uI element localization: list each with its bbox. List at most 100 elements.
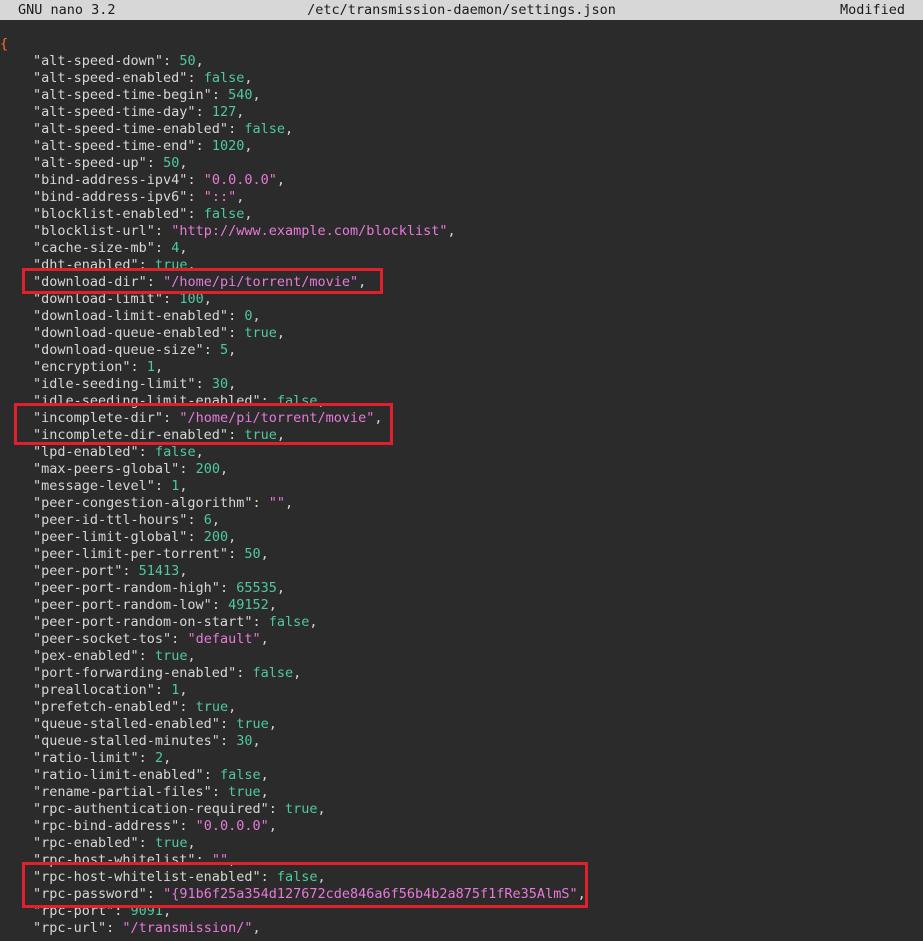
json-line: "rename-partial-files": true, — [0, 784, 923, 801]
json-value: true — [154, 648, 188, 664]
json-line: "port-forwarding-enabled": false, — [0, 665, 923, 682]
json-key: "peer-port" — [33, 563, 123, 579]
colon-separator: : — [179, 699, 196, 715]
json-line: "blocklist-enabled": false, — [0, 206, 923, 223]
json-key: "alt-speed-up" — [33, 155, 147, 171]
comma: , — [276, 580, 285, 596]
json-key: "cache-size-mb" — [33, 240, 155, 256]
json-key: "rpc-url" — [33, 920, 107, 936]
json-value: true — [154, 835, 188, 851]
colon-separator: : — [154, 240, 172, 256]
json-value: 30 — [236, 733, 253, 749]
json-value: 1 — [146, 359, 155, 375]
json-line: "prefetch-enabled": true, — [0, 699, 923, 716]
json-value: "/transmission/" — [122, 920, 253, 936]
json-line: "alt-speed-time-end": 1020, — [0, 138, 923, 155]
colon-separator: : — [114, 903, 131, 919]
json-key: "alt-speed-down" — [33, 53, 164, 69]
comma: , — [244, 70, 253, 86]
colon-separator: : — [195, 376, 212, 392]
json-key: "peer-port-random-low" — [33, 597, 212, 613]
json-key: "download-queue-enabled" — [33, 325, 229, 341]
comma: , — [228, 342, 237, 358]
json-key: "alt-speed-time-day" — [33, 104, 196, 120]
json-value: 2 — [154, 750, 164, 766]
modified-status: Modified — [839, 2, 905, 18]
json-value: true — [154, 257, 188, 273]
json-line: "download-queue-size": 5, — [0, 342, 923, 359]
json-value: "0.0.0.0" — [203, 172, 277, 188]
comma: , — [317, 801, 326, 817]
json-key: "alt-speed-time-end" — [33, 138, 196, 154]
colon-separator: : — [187, 70, 204, 86]
editor-text-area[interactable]: { "alt-speed-down": 50, "alt-speed-enable… — [0, 36, 923, 937]
json-line: "peer-port": 51413, — [0, 563, 923, 580]
colon-separator: : — [146, 886, 164, 902]
colon-separator: : — [228, 546, 245, 562]
colon-separator: : — [179, 461, 196, 477]
json-value: true — [244, 427, 277, 443]
comma: , — [358, 274, 367, 290]
colon-separator: : — [179, 818, 196, 834]
comma: , — [577, 886, 586, 902]
json-value: 50 — [244, 546, 261, 562]
comma: , — [252, 308, 261, 324]
comma: , — [228, 699, 237, 715]
json-key: "alt-speed-enabled" — [33, 70, 188, 86]
comma: , — [260, 767, 269, 783]
json-value: 127 — [211, 104, 237, 120]
colon-separator: : — [138, 444, 155, 460]
json-line: "alt-speed-time-begin": 540, — [0, 87, 923, 104]
json-line: "rpc-port": 9091, — [0, 903, 923, 920]
json-line: "alt-speed-enabled": false, — [0, 70, 923, 87]
json-key: "download-queue-size" — [33, 342, 204, 358]
colon-separator: : — [228, 121, 245, 137]
json-line: "alt-speed-down": 50, — [0, 53, 923, 70]
json-key: "peer-limit-global" — [33, 529, 188, 545]
comma: , — [195, 53, 204, 69]
colon-separator: : — [268, 801, 285, 817]
json-value: 30 — [211, 376, 229, 392]
json-value: "" — [211, 852, 229, 868]
comma: , — [236, 104, 245, 120]
colon-separator: : — [163, 291, 180, 307]
comma: , — [179, 682, 188, 698]
colon-separator: : — [187, 189, 204, 205]
json-value: 6 — [203, 512, 212, 528]
colon-separator: : — [154, 223, 172, 239]
json-line: "rpc-url": "/transmission/", — [0, 920, 923, 937]
json-key: "ratio-limit-enabled" — [33, 767, 204, 783]
json-key: "lpd-enabled" — [33, 444, 139, 460]
comma: , — [187, 257, 196, 273]
json-value: false — [154, 444, 196, 460]
comma: , — [268, 818, 277, 834]
json-line: "incomplete-dir": "/home/pi/torrent/movi… — [0, 410, 923, 427]
colon-separator: : — [171, 631, 188, 647]
json-key: "queue-stalled-enabled" — [33, 716, 220, 732]
json-line: "ratio-limit-enabled": false, — [0, 767, 923, 784]
json-value: 1020 — [211, 138, 245, 154]
json-value: false — [244, 121, 285, 137]
comma: , — [163, 903, 172, 919]
json-value: "0.0.0.0" — [195, 818, 269, 834]
comma: , — [187, 835, 196, 851]
json-line: "dht-enabled": true, — [0, 257, 923, 274]
comma: , — [179, 155, 188, 171]
json-key: "download-dir" — [33, 274, 147, 290]
colon-separator: : — [203, 342, 220, 358]
json-key: "encryption" — [33, 359, 131, 375]
colon-separator: : — [195, 852, 212, 868]
comma: , — [284, 121, 294, 137]
colon-separator: : — [187, 512, 204, 528]
json-line: "queue-stalled-enabled": true, — [0, 716, 923, 733]
colon-separator: : — [260, 869, 277, 885]
json-line: "max-peers-global": 200, — [0, 461, 923, 478]
json-key: "prefetch-enabled" — [33, 699, 180, 715]
colon-separator: : — [219, 733, 237, 749]
json-line: "peer-socket-tos": "default", — [0, 631, 923, 648]
colon-separator: : — [236, 665, 253, 681]
colon-separator: : — [138, 750, 155, 766]
colon-separator: : — [260, 393, 277, 409]
comma: , — [252, 87, 261, 103]
json-line: "peer-port-random-low": 49152, — [0, 597, 923, 614]
